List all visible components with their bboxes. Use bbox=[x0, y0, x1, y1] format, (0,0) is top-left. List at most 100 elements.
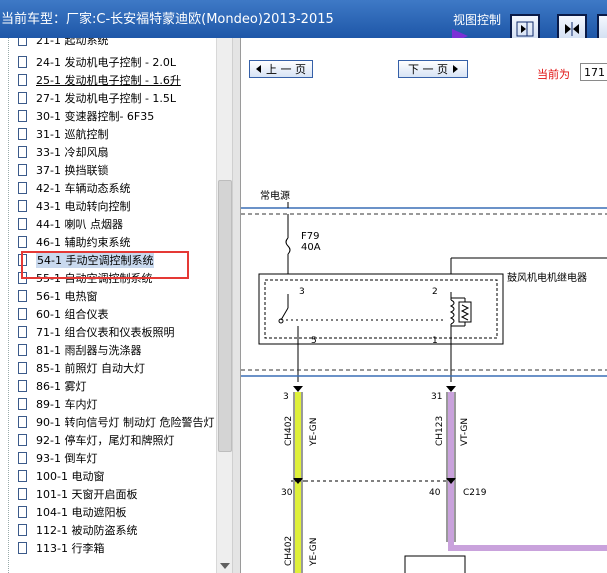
tree-item-label: 44-1 喇叭 点烟器 bbox=[36, 218, 123, 231]
svg-text:5: 5 bbox=[311, 336, 317, 346]
document-icon bbox=[18, 362, 27, 374]
scrollbar-thumb[interactable] bbox=[218, 180, 232, 452]
expand-right-button[interactable] bbox=[510, 14, 540, 38]
tree-item[interactable]: 44-1 喇叭 点烟器 bbox=[18, 215, 123, 233]
circuit-tree-panel: 21-1 起动系统 24-1 发动机电子控制 - 2.0L 25-1 发动机电子控… bbox=[0, 38, 216, 573]
tree-item[interactable]: 89-1 车内灯 bbox=[18, 395, 97, 413]
document-icon bbox=[18, 290, 27, 302]
panel-splitter[interactable] bbox=[232, 38, 241, 573]
svg-text:CH402: CH402 bbox=[284, 536, 294, 566]
tree-item[interactable]: 90-1 转向信号灯 制动灯 危险警告灯 bbox=[18, 413, 214, 431]
tree-item-label: 25-1 发动机电子控制 - 1.6升 bbox=[36, 74, 181, 87]
tree-item-label: 33-1 冷却风扇 bbox=[36, 146, 109, 159]
tree-item[interactable]: 31-1 巡航控制 bbox=[18, 125, 108, 143]
tree-item[interactable]: 113-1 行李箱 bbox=[18, 539, 104, 557]
document-icon bbox=[18, 380, 27, 392]
page-navigation: 上 一 页 下 一 页 当前为 bbox=[241, 54, 607, 86]
tree-item-label: 71-1 组合仪表和仪表板照明 bbox=[36, 326, 175, 339]
tree-item-label: 42-1 车辆动态系统 bbox=[36, 182, 131, 195]
tree-item[interactable]: 27-1 发动机电子控制 - 1.5L bbox=[18, 89, 176, 107]
document-icon bbox=[18, 434, 27, 446]
tree-scrollbar[interactable] bbox=[216, 38, 232, 573]
power-source-label: 常电源 bbox=[260, 189, 290, 202]
svg-text:30: 30 bbox=[281, 488, 293, 498]
tree-item[interactable]: 86-1 雾灯 bbox=[18, 377, 86, 395]
tree-item-label: 24-1 发动机电子控制 - 2.0L bbox=[36, 56, 177, 69]
tree-item[interactable]: 42-1 车辆动态系统 bbox=[18, 179, 130, 197]
prev-page-button[interactable]: 上 一 页 bbox=[249, 60, 313, 78]
document-icon bbox=[18, 326, 27, 338]
title-bar: 当前车型：厂家:C-长安福特蒙迪欧(Mondeo)2013-2015 视图控制 bbox=[0, 0, 607, 38]
current-page-label: 当前为 bbox=[537, 68, 570, 81]
svg-text:31: 31 bbox=[431, 392, 442, 402]
split-view-button[interactable] bbox=[557, 14, 587, 38]
tree-item[interactable]: 81-1 雨刮器与洗涤器 bbox=[18, 341, 141, 359]
tree-item-label: 60-1 组合仪表 bbox=[36, 308, 109, 321]
tree-item-label: 37-1 换挡联锁 bbox=[36, 164, 109, 177]
wiring-diagram: 常电源 F79 40A 鼓风机电机继电器 3 2 5 1 3 31 CH402 … bbox=[241, 189, 607, 573]
tree-item-label: 27-1 发动机电子控制 - 1.5L bbox=[36, 92, 177, 105]
document-icon bbox=[18, 452, 27, 464]
svg-text:3: 3 bbox=[283, 392, 289, 402]
connector-arrow-icon bbox=[293, 386, 303, 392]
tree-item[interactable]: 25-1 发动机电子控制 - 1.6升 bbox=[18, 71, 181, 89]
tree-item[interactable]: 101-1 天窗开启面板 bbox=[18, 485, 137, 503]
tree-item[interactable]: 100-1 电动窗 bbox=[18, 467, 104, 485]
tree-item[interactable]: 37-1 换挡联锁 bbox=[18, 161, 108, 179]
tree-item-label: 90-1 转向信号灯 制动灯 危险警告灯 bbox=[36, 416, 215, 429]
document-icon bbox=[18, 110, 27, 122]
tree-item-label: 101-1 天窗开启面板 bbox=[36, 488, 138, 501]
document-icon bbox=[18, 218, 27, 230]
svg-text:YE-GN: YE-GN bbox=[309, 538, 319, 567]
document-icon bbox=[18, 200, 27, 212]
document-icon bbox=[18, 416, 27, 428]
tree-item[interactable]: 71-1 组合仪表和仪表板照明 bbox=[18, 323, 174, 341]
tree-item-label: 113-1 行李箱 bbox=[36, 542, 105, 555]
svg-text:40: 40 bbox=[429, 488, 441, 498]
tree-connector-line bbox=[8, 38, 9, 573]
scroll-down-icon[interactable] bbox=[220, 563, 230, 569]
tree-item[interactable]: 43-1 电动转向控制 bbox=[18, 197, 130, 215]
connector-label: C219 bbox=[463, 488, 487, 498]
tree-item[interactable]: 24-1 发动机电子控制 - 2.0L bbox=[18, 53, 176, 71]
tree-item[interactable]: 104-1 电动遮阳板 bbox=[18, 503, 126, 521]
tree-item-label: 112-1 被动防盗系统 bbox=[36, 524, 138, 537]
fullscreen-button[interactable] bbox=[597, 14, 607, 38]
tree-item-label: 30-1 变速器控制- 6F35 bbox=[36, 110, 155, 123]
tree-item[interactable]: 93-1 倒车灯 bbox=[18, 449, 97, 467]
tree-item-label: 86-1 雾灯 bbox=[36, 380, 87, 393]
tree-item-label: 93-1 倒车灯 bbox=[36, 452, 98, 465]
tree-item-label: 100-1 电动窗 bbox=[36, 470, 105, 483]
circuit-id-right: CH123 bbox=[435, 416, 445, 446]
wire-color-right: VT-GN bbox=[460, 418, 470, 446]
tree-item[interactable]: 30-1 变速器控制- 6F35 bbox=[18, 107, 154, 125]
triangle-right-icon bbox=[453, 65, 458, 73]
tree-item[interactable]: 56-1 电热窗 bbox=[18, 287, 97, 305]
tree-item[interactable]: 33-1 冷却风扇 bbox=[18, 143, 108, 161]
tree-item-label: 85-1 前照灯 自动大灯 bbox=[36, 362, 145, 375]
tree-item[interactable]: 112-1 被动防盗系统 bbox=[18, 521, 137, 539]
current-page-input[interactable] bbox=[580, 63, 607, 81]
next-page-button[interactable]: 下 一 页 bbox=[398, 60, 468, 78]
tree-item[interactable]: 60-1 组合仪表 bbox=[18, 305, 108, 323]
document-icon bbox=[18, 128, 27, 140]
tree-item-label: 92-1 停车灯，尾灯和牌照灯 bbox=[36, 434, 175, 447]
document-icon bbox=[18, 236, 27, 248]
vehicle-model-title: 当前车型：厂家:C-长安福特蒙迪欧(Mondeo)2013-2015 bbox=[1, 12, 334, 27]
tree-item[interactable]: 92-1 停车灯，尾灯和牌照灯 bbox=[18, 431, 174, 449]
tree-item[interactable]: 85-1 前照灯 自动大灯 bbox=[18, 359, 145, 377]
document-icon bbox=[18, 524, 27, 536]
fuse-rating-label: 40A bbox=[301, 242, 321, 253]
tree-item-partial[interactable]: 21-1 起动系统 bbox=[18, 38, 108, 49]
document-icon bbox=[18, 488, 27, 500]
fuse-icon bbox=[285, 237, 291, 255]
document-icon bbox=[18, 146, 27, 158]
document-icon bbox=[18, 74, 27, 86]
document-icon bbox=[18, 182, 27, 194]
tree-item-label: 81-1 雨刮器与洗涤器 bbox=[36, 344, 142, 357]
document-icon bbox=[18, 344, 27, 356]
document-icon bbox=[18, 164, 27, 176]
wire-color-left: YE-GN bbox=[309, 418, 319, 447]
collapse-left-icon bbox=[516, 21, 534, 37]
tree-item[interactable]: 46-1 辅助约束系统 bbox=[18, 233, 130, 251]
